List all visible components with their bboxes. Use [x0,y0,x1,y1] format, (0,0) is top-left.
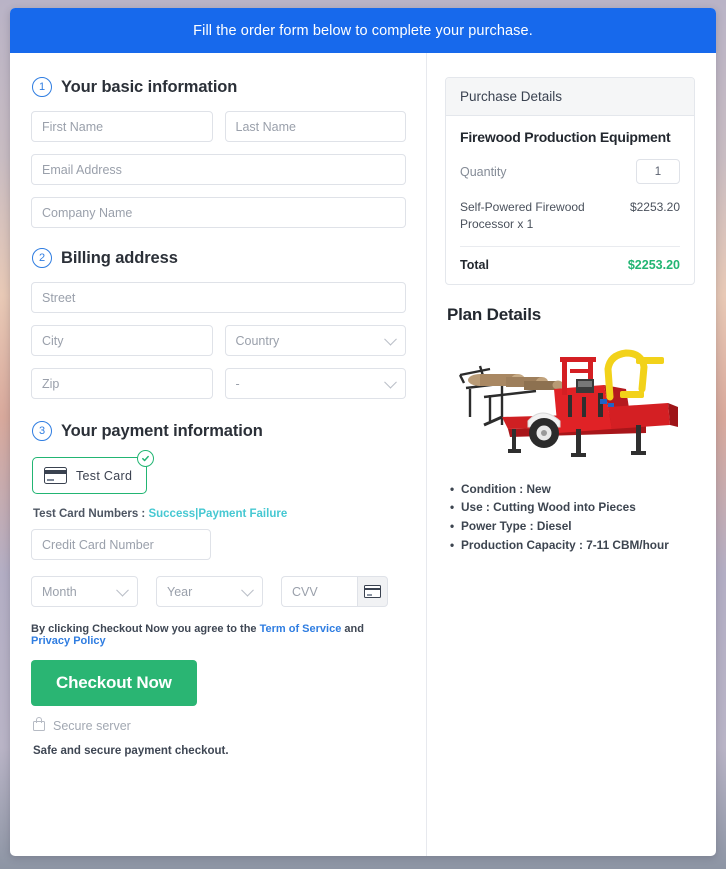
section-payment-header: 3 Your payment information [32,421,406,441]
line-item-row: Self-Powered Firewood Processor x 1 $225… [460,199,680,247]
chevron-down-icon [384,375,397,389]
street-row: Street [31,282,406,313]
success-link[interactable]: Success [148,508,195,520]
checkout-now-button[interactable]: Checkout Now [31,660,197,706]
section-title-billing: Billing address [61,248,178,267]
section-number-3: 3 [32,421,52,441]
test-card-numbers-label: Test Card Numbers : [33,508,146,520]
secure-server-row: Secure server [33,717,406,733]
test-card-option[interactable]: Test Card [32,450,155,494]
expiry-month-value: Month [42,584,77,599]
purchase-details-header: Purchase Details [446,78,694,116]
term-of-service-link[interactable]: Term of Service [260,623,342,635]
name-row: First Name Last Name [31,111,406,142]
company-input[interactable]: Company Name [31,197,406,228]
safe-note: Safe and secure payment checkout. [33,745,229,757]
city-input[interactable]: City [31,325,213,356]
form-column: 1 Your basic information First Name Last… [10,53,427,856]
test-card-label: Test Card [76,468,133,483]
cvv-group: CVV [281,576,388,607]
section-billing-header: 2 Billing address [32,248,406,268]
purchase-details-body: Firewood Production Equipment Quantity S… [446,116,694,284]
section-title-payment: Your payment information [61,421,263,440]
checkout-card: Fill the order form below to complete yo… [10,8,716,856]
terms-text: By clicking Checkout Now you agree to th… [31,623,406,647]
country-select[interactable]: Country [224,325,406,356]
payment-failure-link[interactable]: Payment Failure [198,508,287,520]
credit-card-icon [44,467,67,484]
chevron-down-icon [241,583,254,597]
chevron-down-icon [116,583,129,597]
expiry-year-value: Year [167,584,193,599]
page-background: Fill the order form below to complete yo… [0,0,726,869]
credit-card-icon [364,585,381,598]
terms-and: and [344,623,364,635]
product-title: Firewood Production Equipment [460,129,671,145]
banner: Fill the order form below to complete yo… [10,8,716,53]
email-row: Email Address [31,154,406,185]
last-name-input[interactable]: Last Name [224,111,406,142]
street-input[interactable]: Street [31,282,406,313]
privacy-policy-link[interactable]: Privacy Policy [31,635,106,647]
state-select[interactable]: - [224,368,406,399]
quantity-input[interactable] [636,159,680,184]
terms-prefix: By clicking Checkout Now you agree to th… [31,623,257,635]
total-row: Total $2253.20 [460,247,680,272]
spec-item: Use : Cutting Wood into Pieces [450,498,695,517]
country-select-value: Country [235,333,280,348]
secure-server-label: Secure server [53,719,131,733]
cvv-input[interactable]: CVV [281,576,357,607]
expiry-month-select[interactable]: Month [31,576,138,607]
spec-item: Production Capacity : 7-11 CBM/hour [450,536,695,555]
product-image [450,332,690,468]
section-number-2: 2 [32,248,52,268]
total-value: $2253.20 [627,257,680,272]
total-label: Total [460,257,489,272]
chevron-down-icon [384,332,397,346]
lock-icon [33,717,45,731]
section-title-basic: Your basic information [61,77,238,96]
line-item-price: $2253.20 [629,200,680,214]
summary-column: Purchase Details Firewood Production Equ… [427,53,716,856]
company-row: Company Name [31,197,406,228]
zip-input[interactable]: Zip [31,368,213,399]
section-basic-header: 1 Your basic information [32,77,406,97]
purchase-details-panel: Purchase Details Firewood Production Equ… [445,77,695,285]
line-item-name: Self-Powered Firewood Processor x 1 [460,200,585,232]
check-circle-icon [137,450,155,467]
cvv-help-button[interactable] [357,576,388,607]
expiry-year-select[interactable]: Year [156,576,263,607]
spec-item: Condition : New [450,480,695,499]
city-country-row: City Country [31,325,406,356]
quantity-row: Quantity [460,159,680,184]
banner-text: Fill the order form below to complete yo… [193,22,533,39]
expiry-cvv-row: Month Year CVV [31,576,406,607]
first-name-input[interactable]: First Name [31,111,213,142]
spec-item: Power Type : Diesel [450,517,695,536]
plan-details-title: Plan Details [447,304,541,324]
section-number-1: 1 [32,77,52,97]
body-columns: 1 Your basic information First Name Last… [10,53,716,856]
credit-card-number-input[interactable]: Credit Card Number [31,529,211,560]
email-input[interactable]: Email Address [31,154,406,185]
quantity-label: Quantity [460,164,507,179]
spec-list: Condition : New Use : Cutting Wood into … [445,480,695,555]
state-select-value: - [235,376,240,391]
test-card-numbers: Test Card Numbers : Success|Payment Fail… [33,508,406,520]
zip-state-row: Zip - [31,368,406,399]
